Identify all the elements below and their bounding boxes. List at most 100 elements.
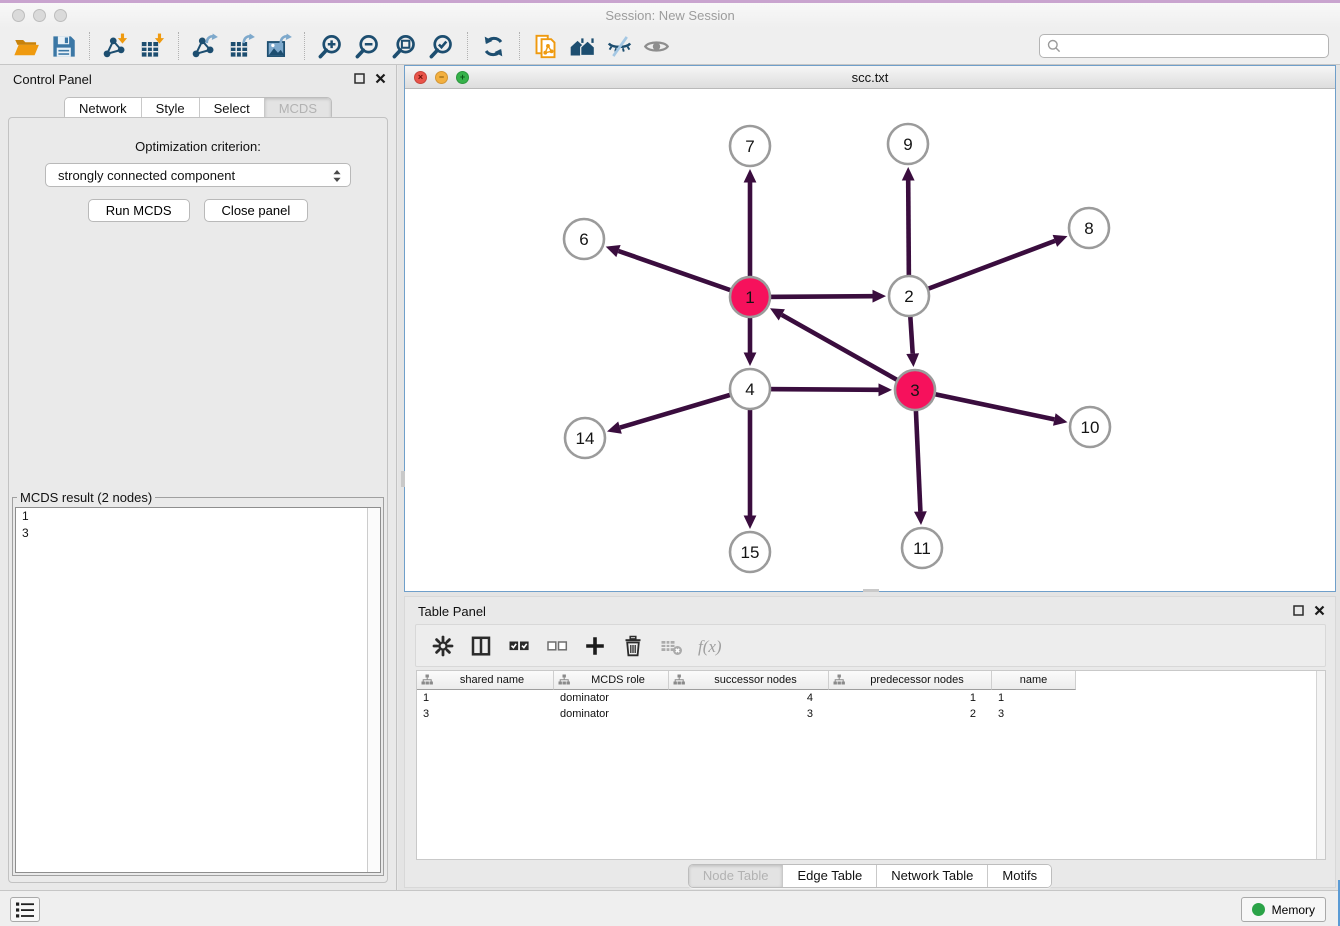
- column-type-icon: [558, 674, 570, 686]
- toolbar-separator: [467, 32, 468, 60]
- toolbar-separator: [178, 32, 179, 60]
- network-window-titlebar[interactable]: × − + scc.txt: [405, 66, 1335, 89]
- zoom-fit-icon: [391, 33, 418, 60]
- svg-text:15: 15: [741, 543, 760, 562]
- run-mcds-button[interactable]: Run MCDS: [88, 199, 190, 222]
- select-all-columns-button[interactable]: [501, 629, 536, 663]
- cell-name: 3: [992, 706, 1076, 722]
- table-scrollbar[interactable]: [1316, 671, 1325, 859]
- graph-edge-2-8[interactable]: [909, 235, 1068, 296]
- mcds-tab-content: Optimization criterion: strongly connect…: [8, 117, 388, 883]
- table-row[interactable]: 3dominator323: [417, 706, 1325, 722]
- optimization-select-value: strongly connected component: [58, 168, 235, 183]
- import-network-button[interactable]: [97, 31, 134, 62]
- svg-text:2: 2: [904, 287, 913, 306]
- export-network-icon: [191, 33, 218, 60]
- graph-node-8[interactable]: 8: [1069, 208, 1109, 248]
- select-stepper-icon: [332, 169, 342, 183]
- table-panel: Table Panel f(x) shared nameMCDS rolesuc…: [404, 596, 1336, 888]
- app-title: Session: New Session: [0, 8, 1340, 23]
- zoom-fit-button[interactable]: [386, 31, 423, 62]
- open-session-button[interactable]: [8, 31, 45, 62]
- window-divider-grip[interactable]: [863, 589, 879, 592]
- show-columns-button[interactable]: [463, 629, 498, 663]
- zoom-selected-button[interactable]: [423, 31, 460, 62]
- graph-node-3[interactable]: 3: [895, 370, 935, 410]
- graph-node-10[interactable]: 10: [1070, 407, 1110, 447]
- graph-node-15[interactable]: 15: [730, 532, 770, 572]
- show-all-button[interactable]: [638, 31, 675, 62]
- graph-node-2[interactable]: 2: [889, 276, 929, 316]
- mcds-result-scrollbar[interactable]: [367, 508, 380, 872]
- task-history-button[interactable]: [10, 897, 40, 922]
- column-header-shared-name[interactable]: shared name: [417, 671, 554, 690]
- list-icon: [13, 898, 37, 922]
- apply-layout-button[interactable]: [475, 31, 512, 62]
- svg-text:7: 7: [745, 137, 754, 156]
- column-header-name[interactable]: name: [992, 671, 1076, 690]
- network-desktop: × − + scc.txt 7 9 6 8 1 2 4 3 14 10 15 11 Table Pan…: [398, 65, 1340, 890]
- table-tab-motifs[interactable]: Motifs: [987, 865, 1051, 887]
- delete-column-button[interactable]: [615, 629, 650, 663]
- export-image-button[interactable]: [260, 31, 297, 62]
- deselect-all-columns-button[interactable]: [539, 629, 574, 663]
- graph-edge-3-10[interactable]: [915, 390, 1068, 426]
- save-session-icon: [50, 33, 77, 60]
- float-panel-icon[interactable]: [354, 73, 365, 84]
- memory-button[interactable]: Memory: [1241, 897, 1326, 922]
- graph-node-7[interactable]: 7: [730, 126, 770, 166]
- function-builder-icon: f(x): [697, 634, 721, 658]
- graph-node-6[interactable]: 6: [564, 219, 604, 259]
- graph-node-4[interactable]: 4: [730, 369, 770, 409]
- show-columns-icon: [469, 634, 493, 658]
- node-table: shared nameMCDS rolesuccessor nodesprede…: [416, 670, 1326, 860]
- add-column-button[interactable]: [577, 629, 612, 663]
- graph-node-14[interactable]: 14: [565, 418, 605, 458]
- table-tab-node-table[interactable]: Node Table: [689, 865, 783, 887]
- svg-text:1: 1: [745, 288, 754, 307]
- export-table-button[interactable]: [223, 31, 260, 62]
- svg-text:10: 10: [1081, 418, 1100, 437]
- svg-text:8: 8: [1084, 219, 1093, 238]
- column-header-predecessor-nodes[interactable]: predecessor nodes: [829, 671, 992, 690]
- optimization-criterion-select[interactable]: strongly connected component: [45, 163, 351, 187]
- table-panel-header: Table Panel: [405, 597, 1335, 623]
- graph-node-9[interactable]: 9: [888, 124, 928, 164]
- export-network-button[interactable]: [186, 31, 223, 62]
- search-input[interactable]: [1039, 34, 1329, 58]
- close-table-panel-icon[interactable]: [1314, 605, 1325, 616]
- table-tab-network-table[interactable]: Network Table: [876, 865, 987, 887]
- table-row[interactable]: 1dominator411: [417, 690, 1325, 706]
- panel-divider-grip[interactable]: [401, 471, 405, 487]
- close-panel-icon[interactable]: [375, 73, 386, 84]
- svg-text:9: 9: [903, 135, 912, 154]
- zoom-out-button[interactable]: [349, 31, 386, 62]
- graph-node-11[interactable]: 11: [902, 528, 942, 568]
- network-canvas[interactable]: 7 9 6 8 1 2 4 3 14 10 15 11: [405, 89, 1335, 591]
- column-type-icon: [673, 674, 685, 686]
- graph-edge-4-14[interactable]: [607, 389, 750, 434]
- save-session-button[interactable]: [45, 31, 82, 62]
- app-titlebar: Session: New Session: [0, 3, 1340, 28]
- new-network-from-selection-button[interactable]: [527, 31, 564, 62]
- table-tab-edge-table[interactable]: Edge Table: [782, 865, 876, 887]
- svg-text:f(x): f(x): [698, 637, 721, 656]
- svg-text:6: 6: [579, 230, 588, 249]
- table-settings-gear-button[interactable]: [425, 629, 460, 663]
- float-table-panel-icon[interactable]: [1293, 605, 1304, 616]
- close-panel-button[interactable]: Close panel: [204, 199, 309, 222]
- graph-edge-1-6[interactable]: [606, 245, 750, 297]
- graph-edge-3-1[interactable]: [770, 308, 915, 390]
- graph-node-1[interactable]: 1: [730, 277, 770, 317]
- cell-shared-name: 3: [417, 706, 554, 722]
- import-table-button[interactable]: [134, 31, 171, 62]
- zoom-out-icon: [354, 33, 381, 60]
- open-session-icon: [13, 33, 40, 60]
- column-header-successor-nodes[interactable]: successor nodes: [669, 671, 829, 690]
- zoom-in-button[interactable]: [312, 31, 349, 62]
- delete-column-icon: [621, 634, 645, 658]
- hide-selected-button[interactable]: [601, 31, 638, 62]
- graph-edge-4-3[interactable]: [750, 383, 892, 396]
- home-first-neighbors-button[interactable]: [564, 31, 601, 62]
- column-header-mcds-role[interactable]: MCDS role: [554, 671, 669, 690]
